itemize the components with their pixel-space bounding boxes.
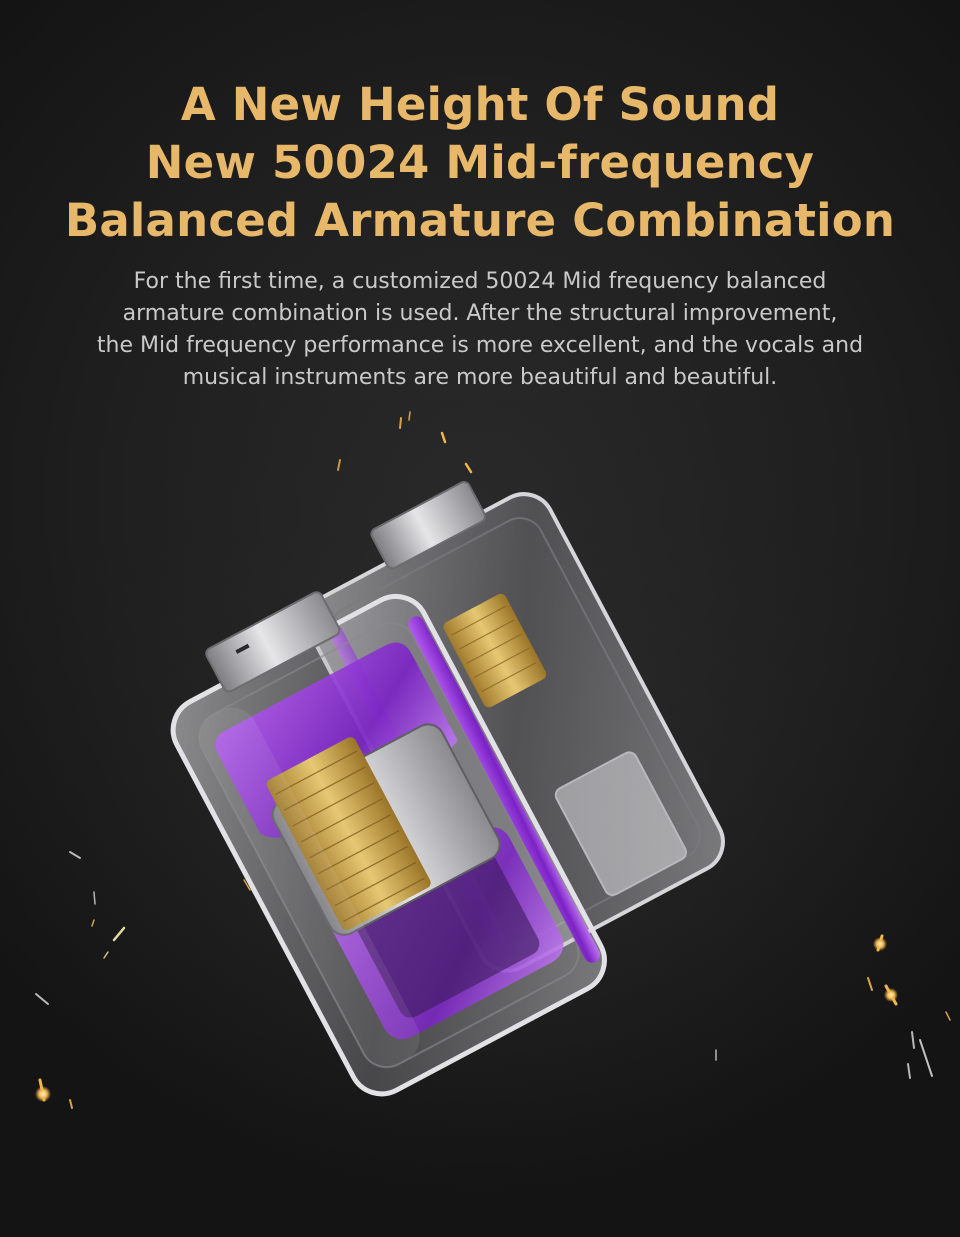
- description-line-1: For the first time, a customized 50024 M…: [133, 269, 827, 294]
- description-line-2: armature combination is used. After the …: [122, 301, 838, 326]
- headline-line-2: New 50024 Mid-frequency: [145, 136, 815, 189]
- product-page: A New Height Of Sound New 50024 Mid-freq…: [0, 0, 960, 1237]
- description-line-4: musical instruments are more beautiful a…: [182, 365, 778, 390]
- headline-line-1: A New Height Of Sound: [180, 78, 780, 131]
- balanced-armature-illustration: [0, 400, 960, 1237]
- headline-line-3: Balanced Armature Combination: [64, 194, 896, 247]
- headline: A New Height Of Sound New 50024 Mid-freq…: [0, 76, 960, 250]
- description-line-3: the Mid frequency performance is more ex…: [96, 333, 864, 358]
- description: For the first time, a customized 50024 M…: [40, 266, 920, 394]
